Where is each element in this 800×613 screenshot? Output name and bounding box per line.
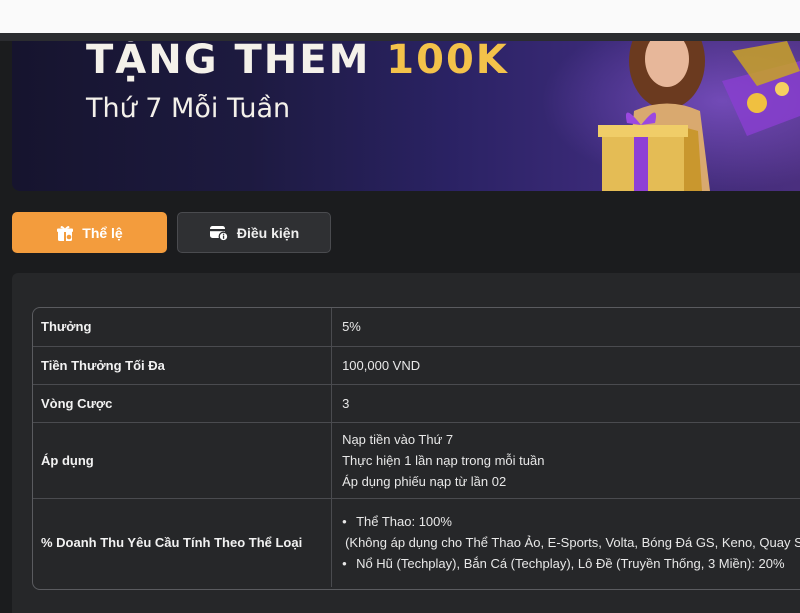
- bullet-dot: •: [342, 514, 347, 530]
- row-key: Thưởng: [33, 308, 333, 347]
- banner-title: TẶNG THÊM 100K: [86, 41, 509, 83]
- top-divider: [0, 33, 800, 41]
- row-key: Tiền Thưởng Tối Đa: [33, 346, 333, 385]
- tab-conditions-label: Điều kiện: [236, 224, 300, 241]
- banner-title-amount: 100K: [386, 41, 509, 83]
- bullet-text: Thể Thao: 100%: [356, 514, 452, 530]
- promo-banner: TẶNG THÊM 100K Thứ 7 Mỗi Tuần: [12, 41, 800, 191]
- table-row: Tiền Thưởng Tối Đa 100,000 VND: [33, 346, 800, 385]
- value-line: Áp dụng phiếu nạp từ lần 02: [342, 473, 507, 489]
- row-value: 100,000 VND: [331, 346, 800, 385]
- value-line: Nạp tiền vào Thứ 7: [342, 431, 454, 447]
- bullet-text: Nổ Hũ (Techplay), Bắn Cá (Techplay), Lô …: [356, 556, 785, 572]
- row-key: Áp dụng: [33, 422, 333, 499]
- gift-box-icon: [56, 224, 74, 242]
- row-key: % Doanh Thu Yêu Cầu Tính Theo Thể Loại: [33, 498, 333, 587]
- row-value: • Thể Thao: 100% (Không áp dụng cho Thể T…: [332, 498, 800, 587]
- banner-subtitle: Thứ 7 Mỗi Tuần: [86, 93, 291, 124]
- row-value: 5%: [331, 308, 800, 347]
- bullet-note: (Không áp dụng cho Thể Thao Ảo, E-Sports…: [345, 535, 800, 551]
- banner-title-prefix: TẶNG THÊM: [86, 41, 387, 83]
- tab-conditions[interactable]: Điều kiện: [177, 212, 331, 253]
- row-value: 3: [331, 384, 800, 423]
- row-key: Vòng Cược: [33, 384, 333, 423]
- bullet-dot: •: [342, 556, 347, 572]
- tab-rules-label: Thể lệ: [82, 224, 123, 241]
- bullet-item: • Nổ Hũ (Techplay), Bắn Cá (Techplay), Lô…: [342, 553, 800, 574]
- card-info-icon: [209, 224, 229, 242]
- row-value: Nạp tiền vào Thứ 7 Thực hiện 1 lần nạp t…: [331, 422, 800, 499]
- table-row: Vòng Cược 3: [33, 384, 800, 423]
- value-line: Thực hiện 1 lần nạp trong mỗi tuần: [342, 452, 545, 468]
- bullet-item: • Thể Thao: 100%: [342, 511, 800, 532]
- table-row: Thưởng 5%: [33, 308, 800, 347]
- promo-illustration: [598, 41, 800, 191]
- browser-top-strip: [0, 0, 800, 33]
- rules-table: Thưởng 5% Tiền Thưởng Tối Đa 100,000 VND…: [32, 307, 800, 590]
- table-row: % Doanh Thu Yêu Cầu Tính Theo Thể Loại •…: [33, 498, 800, 587]
- table-row: Áp dụng Nạp tiền vào Thứ 7 Thực hiện 1 l…: [33, 422, 800, 499]
- tab-rules[interactable]: Thể lệ: [12, 212, 167, 253]
